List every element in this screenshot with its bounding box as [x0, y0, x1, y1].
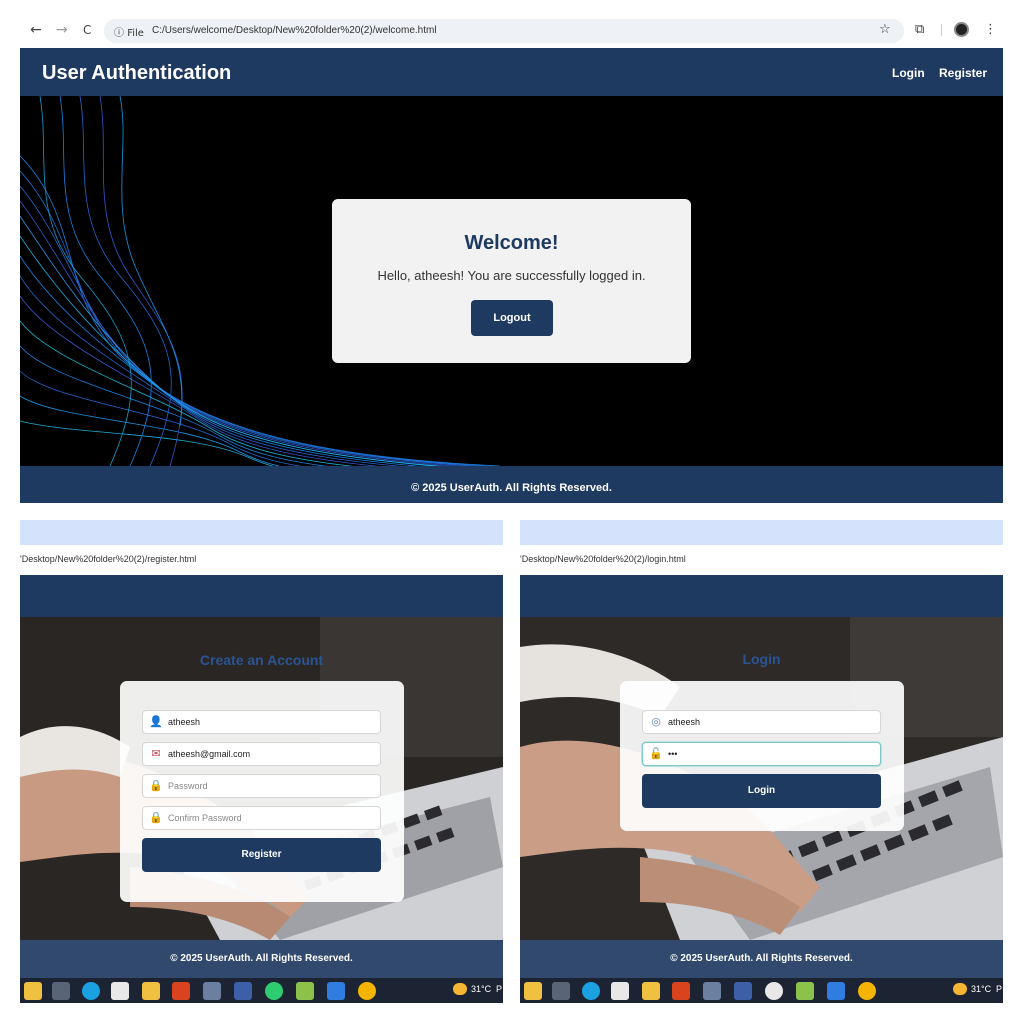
register-title: Create an Account [199, 652, 324, 668]
app-icon[interactable] [203, 982, 221, 1000]
extensions-icon[interactable]: ⧉ [915, 22, 924, 38]
welcome-page: User Authentication Login Register Welco… [20, 48, 1003, 503]
user-icon: 👤 [149, 716, 163, 728]
email-field[interactable]: ✉ atheesh@gmail.com [142, 742, 381, 766]
task-view-icon[interactable] [52, 982, 70, 1000]
brand-title[interactable]: User Authentication [42, 62, 231, 85]
widgets-icon[interactable] [524, 982, 542, 1000]
weather-temp: 31°C [471, 984, 492, 994]
windows-taskbar: 31°C P [520, 978, 1003, 1003]
login-button[interactable]: Login [642, 774, 881, 808]
lock-icon: 🔒 [149, 780, 163, 792]
address-url[interactable]: 'Desktop/New%20folder%20(2)/register.htm… [20, 554, 196, 564]
login-page: 'Desktop/New%20folder%20(2)/login.html L… [520, 520, 1003, 1003]
login-title: Login [742, 651, 781, 667]
email-value: atheesh@gmail.com [168, 749, 251, 759]
confirm-password-field[interactable]: 🔒 Confirm Password [142, 806, 381, 830]
username-value: atheesh [168, 717, 201, 727]
browser-tab-strip [520, 520, 1003, 545]
browser-toolbar: ← → C ⓘ File C:/Users/welcome/Desktop/Ne… [0, 0, 1024, 48]
notepad-icon[interactable] [296, 982, 314, 1000]
address-url[interactable]: C:/Users/welcome/Desktop/New%20folder%20… [152, 25, 437, 36]
username-value: atheesh [668, 717, 701, 727]
laptop-background-photo: Login ◎ atheesh 🔓 ••• Login [520, 617, 1003, 940]
welcome-title: Welcome! [464, 232, 559, 254]
lock-icon: 🔓 [649, 748, 663, 760]
welcome-message: Hello, atheesh! You are successfully log… [377, 268, 646, 283]
back-arrow-icon[interactable]: ← [30, 22, 42, 38]
register-page: 'Desktop/New%20folder%20(2)/register.htm… [20, 520, 503, 1003]
register-button[interactable]: Register [142, 838, 381, 872]
site-info-chip[interactable]: ⓘ File [114, 24, 144, 39]
opera-icon[interactable] [172, 982, 190, 1000]
app-icon[interactable] [827, 982, 845, 1000]
app-icon[interactable] [703, 982, 721, 1000]
reload-icon[interactable]: C [83, 22, 91, 38]
password-value: ••• [668, 749, 678, 759]
app-header [20, 575, 503, 617]
username-field[interactable]: ◎ atheesh [642, 710, 881, 734]
password-field[interactable]: 🔒 Password [142, 774, 381, 798]
envelope-icon: ✉ [151, 748, 161, 760]
app-header: User Authentication Login Register [20, 48, 1003, 96]
register-card: 👤 atheesh ✉ atheesh@gmail.com 🔒 Password… [120, 681, 404, 902]
nav-login-link[interactable]: Login [892, 66, 925, 80]
store-icon[interactable] [611, 982, 629, 1000]
password-field[interactable]: 🔓 ••• [642, 742, 881, 766]
laptop-background-photo: Create an Account 👤 atheesh ✉ atheesh@gm… [20, 617, 503, 940]
app-icon[interactable] [234, 982, 252, 1000]
file-explorer-icon[interactable] [642, 982, 660, 1000]
lock-icon: 🔒 [149, 812, 163, 824]
chrome-icon[interactable] [358, 982, 376, 1000]
weather-icon [453, 983, 467, 995]
file-explorer-icon[interactable] [142, 982, 160, 1000]
browser-menu-icon[interactable]: ⋮ [984, 22, 997, 38]
app-header [520, 575, 1003, 617]
address-url[interactable]: 'Desktop/New%20folder%20(2)/login.html [520, 554, 686, 564]
edge-icon[interactable] [582, 982, 600, 1000]
welcome-footer: © 2025 UserAuth. All Rights Reserved. [20, 466, 1003, 503]
user-circle-icon: ◎ [651, 716, 661, 728]
nav-register-link[interactable]: Register [939, 66, 987, 80]
bookmark-star-icon[interactable]: ☆ [879, 22, 891, 38]
password-placeholder: Password [168, 781, 208, 791]
logout-button[interactable]: Logout [471, 300, 553, 336]
welcome-card: Welcome! Hello, atheesh! You are success… [332, 199, 691, 363]
opera-icon[interactable] [672, 982, 690, 1000]
confirm-password-placeholder: Confirm Password [168, 813, 242, 823]
register-footer: © 2025 UserAuth. All Rights Reserved. [20, 940, 503, 978]
weather-icon [953, 983, 967, 995]
site-info-label: File [127, 28, 144, 39]
app-icon[interactable] [327, 982, 345, 1000]
login-card: ◎ atheesh 🔓 ••• Login [620, 681, 904, 831]
edge-icon[interactable] [82, 982, 100, 1000]
browser-tab-strip [20, 520, 503, 545]
toolbar-divider [941, 24, 942, 36]
app-icon[interactable] [734, 982, 752, 1000]
widgets-icon[interactable] [24, 982, 42, 1000]
address-bar[interactable]: 'Desktop/New%20folder%20(2)/register.htm… [20, 549, 503, 571]
windows-taskbar: 31°C P [20, 978, 503, 1003]
whatsapp-icon[interactable] [265, 982, 283, 1000]
weather-temp: 31°C [971, 984, 992, 994]
address-bar[interactable]: ⓘ File C:/Users/welcome/Desktop/New%20fo… [104, 19, 904, 43]
weather-text-cut: P [496, 984, 503, 994]
forward-arrow-icon[interactable]: → [56, 22, 68, 38]
chrome-icon[interactable] [858, 982, 876, 1000]
app-icon[interactable] [765, 982, 783, 1000]
login-footer: © 2025 UserAuth. All Rights Reserved. [520, 940, 1003, 978]
username-field[interactable]: 👤 atheesh [142, 710, 381, 734]
notepad-icon[interactable] [796, 982, 814, 1000]
task-view-icon[interactable] [552, 982, 570, 1000]
store-icon[interactable] [111, 982, 129, 1000]
weather-text-cut: P [996, 984, 1003, 994]
address-bar[interactable]: 'Desktop/New%20folder%20(2)/login.html [520, 549, 1003, 571]
profile-avatar[interactable] [954, 22, 969, 37]
